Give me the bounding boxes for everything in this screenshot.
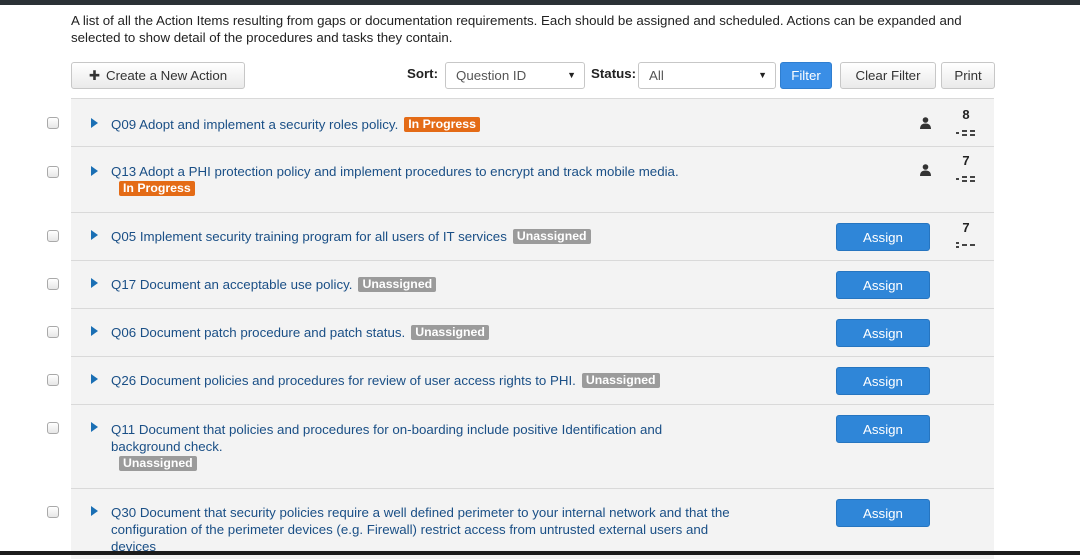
expand-triangle-icon[interactable] (91, 166, 98, 176)
filter-button[interactable]: Filter (780, 62, 832, 89)
status-label: Status: (591, 66, 637, 81)
create-new-action-label: Create a New Action (105, 68, 228, 83)
assign-button[interactable]: Assign (836, 499, 930, 527)
row-checkbox[interactable] (47, 230, 59, 242)
action-title[interactable]: Q09 Adopt and implement a security roles… (111, 117, 398, 132)
expand-triangle-icon[interactable] (91, 278, 98, 288)
sort-select-value: Question ID (456, 68, 527, 83)
action-row[interactable]: Q06 Document patch procedure and patch s… (47, 309, 994, 357)
status-badge: Unassigned (119, 456, 197, 471)
action-row[interactable]: Q17 Document an acceptable use policy. Un… (47, 261, 994, 309)
action-row[interactable]: Q26 Document policies and procedures for… (47, 357, 994, 405)
assign-button[interactable]: Assign (836, 319, 930, 347)
task-dots-icon (956, 176, 975, 182)
status-badge: Unassigned (581, 373, 660, 388)
action-title[interactable]: Q13 Adopt a PHI protection policy and im… (111, 164, 679, 179)
expand-triangle-icon[interactable] (91, 374, 98, 384)
row-checkbox[interactable] (47, 422, 59, 434)
action-row[interactable]: Q30 Document that security policies requ… (47, 489, 994, 559)
action-row[interactable]: Q11 Document that policies and procedure… (47, 405, 994, 489)
top-bar (0, 0, 1080, 5)
caret-down-icon: ▼ (758, 70, 767, 80)
expand-triangle-icon[interactable] (91, 326, 98, 336)
status-badge: Unassigned (358, 277, 437, 292)
action-row[interactable]: Q09 Adopt and implement a security roles… (47, 98, 994, 147)
task-dots-icon (956, 242, 975, 248)
clear-filter-button[interactable]: Clear Filter (840, 62, 936, 89)
action-title[interactable]: Q26 Document policies and procedures for… (111, 373, 576, 388)
assign-button[interactable]: Assign (836, 223, 930, 251)
action-toolbar: ✚ Create a New Action Sort: Question ID ▼… (71, 62, 995, 90)
action-row[interactable]: Q13 Adopt a PHI protection policy and im… (47, 147, 994, 213)
row-checkbox[interactable] (47, 278, 59, 290)
status-select[interactable]: All ▼ (638, 62, 776, 89)
bottom-bar (0, 551, 1080, 555)
caret-down-icon: ▼ (567, 70, 576, 80)
page-description: A list of all the Action Items resulting… (71, 13, 962, 45)
row-checkbox[interactable] (47, 374, 59, 386)
row-checkbox[interactable] (47, 506, 59, 518)
action-title[interactable]: Q11 Document that policies and procedure… (111, 422, 662, 454)
row-checkbox[interactable] (47, 326, 59, 338)
sort-select[interactable]: Question ID ▼ (445, 62, 585, 89)
print-button[interactable]: Print (941, 62, 995, 89)
action-title[interactable]: Q30 Document that security policies requ… (111, 505, 730, 554)
create-new-action-button[interactable]: ✚ Create a New Action (71, 62, 245, 89)
status-select-value: All (649, 68, 664, 83)
assign-button[interactable]: Assign (836, 367, 930, 395)
sort-label: Sort: (407, 66, 439, 81)
status-badge: In Progress (119, 181, 195, 196)
status-badge: Unassigned (411, 325, 489, 340)
task-count: 7 (962, 220, 970, 235)
expand-triangle-icon[interactable] (91, 118, 98, 128)
action-row[interactable]: Q05 Implement security training program … (47, 213, 994, 261)
task-count: 8 (962, 107, 970, 122)
expand-triangle-icon[interactable] (91, 422, 98, 432)
status-badge: In Progress (404, 117, 480, 132)
row-checkbox[interactable] (47, 166, 59, 178)
action-title[interactable]: Q06 Document patch procedure and patch s… (111, 325, 405, 340)
status-badge: Unassigned (512, 229, 591, 244)
task-count: 7 (962, 153, 970, 168)
expand-triangle-icon[interactable] (91, 506, 98, 516)
plus-icon: ✚ (88, 68, 100, 83)
assign-button[interactable]: Assign (836, 271, 930, 299)
expand-triangle-icon[interactable] (91, 230, 98, 240)
assign-button[interactable]: Assign (836, 415, 930, 443)
task-dots-icon (956, 130, 975, 136)
person-icon (920, 117, 931, 129)
person-icon (920, 164, 931, 176)
action-title[interactable]: Q05 Implement security training program … (111, 229, 507, 244)
row-checkbox[interactable] (47, 117, 59, 129)
action-title[interactable]: Q17 Document an acceptable use policy. (111, 277, 352, 292)
